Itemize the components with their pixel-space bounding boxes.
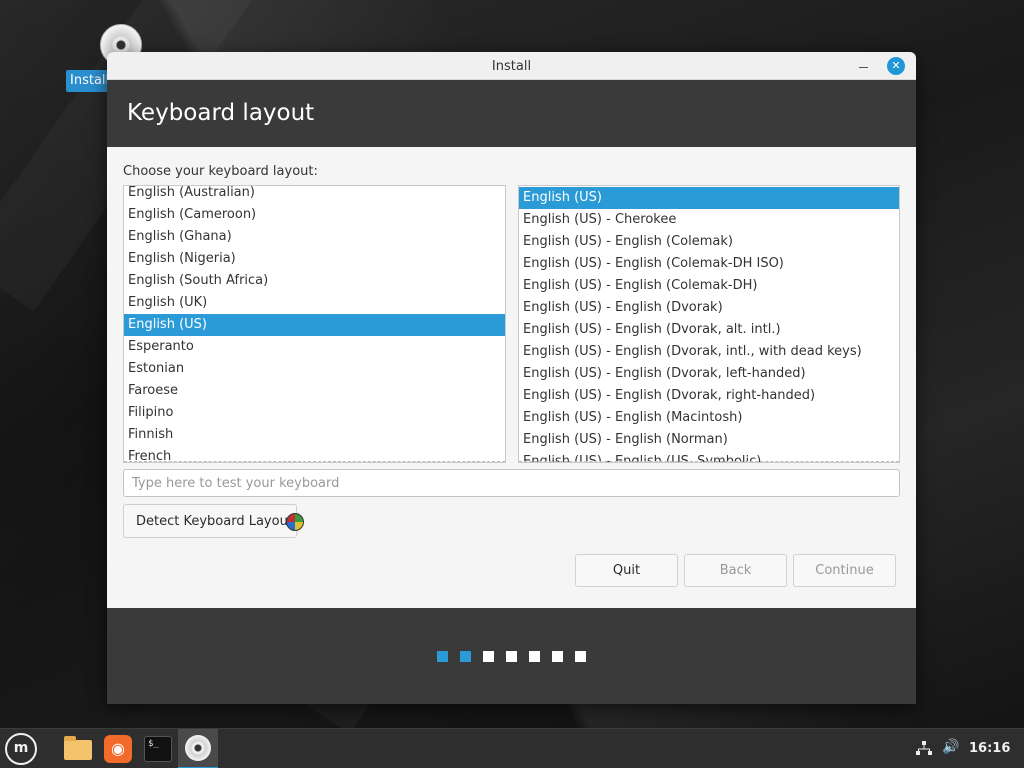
progress-step-dot [460,651,471,662]
header-band: Keyboard layout [107,80,916,147]
layout-list-item[interactable]: Filipino [124,402,505,424]
layout-list-item[interactable]: English (Cameroon) [124,204,505,226]
quit-button[interactable]: Quit [575,554,678,587]
layout-list-item[interactable]: Finnish [124,424,505,446]
progress-dots [437,651,586,662]
layout-list-item[interactable]: Estonian [124,358,505,380]
variant-list[interactable]: English (US) English (US) - Cherokee Engli… [518,185,900,463]
titlebar[interactable]: Install ✕ [107,52,916,80]
progress-step-dot [529,651,540,662]
keyboard-test-input[interactable] [123,469,900,497]
back-button[interactable]: Back [684,554,787,587]
volume-icon[interactable]: 🔊 [942,739,960,757]
layout-list-item[interactable]: English (Nigeria) [124,248,505,270]
files-icon[interactable] [62,733,94,765]
network-icon[interactable] [916,740,932,756]
menu-icon[interactable]: m [5,733,37,765]
variant-list-item[interactable]: English (US) - English (Dvorak) [519,297,899,319]
window-title: Install [491,59,532,74]
layout-list-item[interactable]: English (UK) [124,292,505,314]
variant-list-item[interactable]: English (US) - English (Dvorak, left-han… [519,363,899,385]
choose-layout-label: Choose your keyboard layout: [123,164,318,179]
firefox-icon[interactable]: ◉ [102,733,134,765]
footer-band [107,608,916,704]
layout-list-item[interactable]: Faroese [124,380,505,402]
progress-step-dot [506,651,517,662]
content-area: Choose your keyboard layout: English (Au… [107,147,916,608]
layout-list-item[interactable]: English (Australian) [124,186,505,204]
variant-list-item[interactable]: English (US) - English (Dvorak, alt. int… [519,319,899,341]
install-icon[interactable] [178,729,218,768]
terminal-icon[interactable]: $_ [142,733,174,765]
variant-list-item[interactable]: English (US) - English (Dvorak, right-ha… [519,385,899,407]
layout-list-item[interactable]: Esperanto [124,336,505,358]
clock[interactable]: 16:16 [969,741,1010,756]
layout-list[interactable]: English (Australian) English (Cameroon) En… [123,185,506,463]
terminal-prompt: $_ [144,736,172,762]
layout-list-item[interactable]: English (Ghana) [124,226,505,248]
busy-spinner-icon [286,513,304,531]
layout-list-item[interactable]: English (US) [124,314,505,336]
progress-step-dot [575,651,586,662]
variant-list-item[interactable]: English (US) - English (Norman) [519,429,899,451]
taskbar: m ◉ $_ [0,728,1024,768]
progress-step-dot [483,651,494,662]
variant-list-item[interactable]: English (US) - English (Colemak) [519,231,899,253]
detect-keyboard-layout-button[interactable]: Detect Keyboard Layout [123,504,297,538]
variant-list-item[interactable]: English (US) [519,187,899,209]
variant-list-item[interactable]: English (US) - English (Dvorak, intl., w… [519,341,899,363]
layout-list-item[interactable]: English (South Africa) [124,270,505,292]
variant-list-item[interactable]: English (US) - English (Macintosh) [519,407,899,429]
progress-step-dot [552,651,563,662]
variant-list-item[interactable]: English (US) - English (Colemak-DH ISO) [519,253,899,275]
continue-button[interactable]: Continue [793,554,896,587]
minimize-button[interactable] [855,58,873,76]
page-title: Keyboard layout [127,100,315,126]
variant-list-item[interactable]: English (US) - English (Colemak-DH) [519,275,899,297]
progress-step-dot [437,651,448,662]
close-button[interactable]: ✕ [887,57,905,75]
install-window: Install ✕ Keyboard layout Choose your ke… [107,52,916,704]
variant-list-item[interactable]: English (US) - Cherokee [519,209,899,231]
